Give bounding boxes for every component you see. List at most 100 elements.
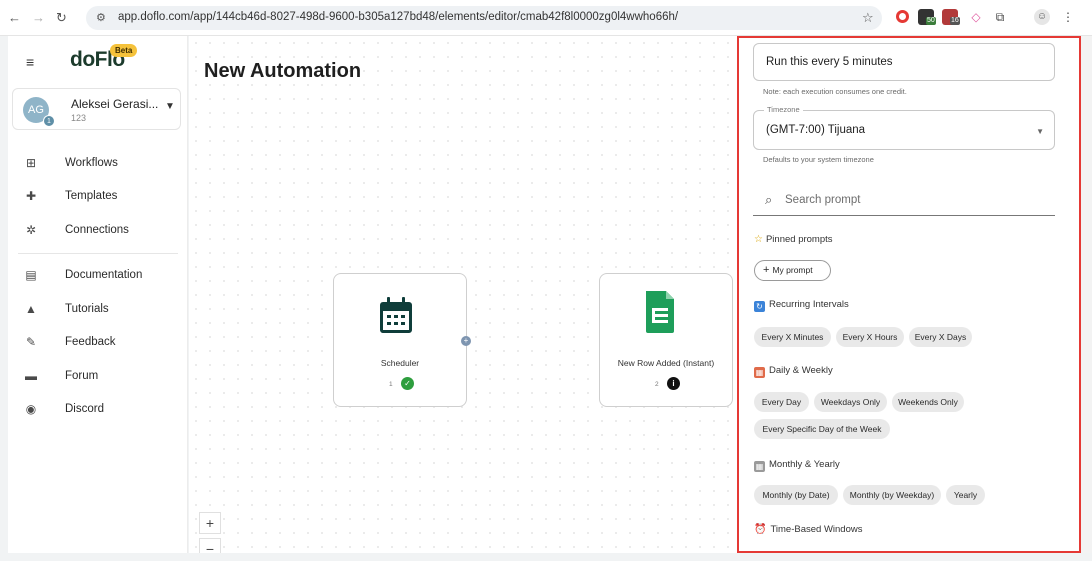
user-switcher[interactable]: AG 1 Aleksei Gerasi... 123 ▼ bbox=[12, 88, 181, 130]
sidebar-item-templates[interactable]: ✚ Templates bbox=[8, 183, 188, 211]
extension-badge: 50 bbox=[926, 17, 936, 25]
extensions-puzzle-icon[interactable]: ⧉ bbox=[992, 9, 1008, 25]
browser-toolbar: ← → ↻ ⚙ app.doflo.com/app/144cb46d-8027-… bbox=[0, 0, 1092, 36]
chip-every-specific-day[interactable]: Every Specific Day of the Week bbox=[754, 419, 890, 439]
back-icon[interactable]: ← bbox=[8, 10, 21, 26]
timezone-helper: Defaults to your system timezone bbox=[763, 155, 874, 164]
info-icon: i bbox=[667, 377, 680, 390]
profile-icon[interactable]: ☺ bbox=[1034, 9, 1050, 25]
zoom-in-button[interactable]: + bbox=[199, 512, 221, 534]
forum-icon: ▬ bbox=[25, 369, 37, 383]
new-row-added-node[interactable]: New Row Added (Instant) 2 i bbox=[599, 273, 733, 407]
graduation-cap-icon: ▲ bbox=[25, 302, 37, 316]
prompt-search: ⌕ bbox=[753, 184, 1055, 216]
user-name: Aleksei Gerasi... bbox=[71, 97, 159, 111]
chip-every-day[interactable]: Every Day bbox=[754, 392, 809, 412]
success-check-icon: ✓ bbox=[401, 377, 414, 390]
panel-scrollbar[interactable] bbox=[1081, 36, 1092, 553]
chip-monthly-by-weekday[interactable]: Monthly (by Weekday) bbox=[843, 485, 941, 505]
sidebar-item-connections[interactable]: ✲ Connections bbox=[8, 217, 188, 245]
diamond-extension-icon[interactable]: ◇ bbox=[968, 9, 984, 25]
calendar-month-icon: ▦ bbox=[754, 461, 765, 472]
address-bar[interactable]: ⚙ app.doflo.com/app/144cb46d-8027-498d-9… bbox=[86, 6, 882, 30]
monthly-yearly-title: ▦ Monthly & Yearly bbox=[754, 459, 840, 472]
book-icon: ▤ bbox=[25, 268, 37, 282]
forward-icon[interactable]: → bbox=[32, 10, 45, 26]
url-text[interactable]: app.doflo.com/app/144cb46d-8027-498d-960… bbox=[118, 11, 678, 23]
extension-icon-1[interactable]: 50 bbox=[918, 9, 936, 25]
chip-weekdays-only[interactable]: Weekdays Only bbox=[814, 392, 887, 412]
node-step-number: 2 bbox=[655, 381, 659, 388]
sidebar-item-feedback[interactable]: ✎ Feedback bbox=[8, 329, 188, 357]
sidebar-item-label: Connections bbox=[65, 224, 129, 236]
sidebar-item-label: Workflows bbox=[65, 157, 118, 169]
daily-weekly-title: ▦ Daily & Weekly bbox=[754, 365, 833, 378]
caret-down-icon: ▼ bbox=[165, 101, 175, 112]
time-based-windows-title: ⏰ Time-Based Windows bbox=[754, 524, 863, 535]
sidebar-item-label: Forum bbox=[65, 370, 99, 382]
node-label: New Row Added (Instant) bbox=[617, 358, 715, 368]
discord-icon: ◉ bbox=[25, 402, 37, 416]
recurring-intervals-title: ↻ Recurring Intervals bbox=[754, 299, 849, 312]
chip-every-x-days[interactable]: Every X Days bbox=[909, 327, 972, 347]
zoom-out-button[interactable]: − bbox=[199, 538, 221, 553]
opera-extension-icon[interactable] bbox=[896, 10, 909, 23]
sidebar: ≡ doFlo Beta AG 1 Aleksei Gerasi... 123 … bbox=[8, 36, 188, 553]
chip-monthly-by-date[interactable]: Monthly (by Date) bbox=[754, 485, 838, 505]
feedback-icon: ✎ bbox=[25, 335, 37, 349]
collapse-menu-icon[interactable]: ≡ bbox=[26, 54, 34, 70]
chip-weekends-only[interactable]: Weekends Only bbox=[892, 392, 964, 412]
chip-every-x-minutes[interactable]: Every X Minutes bbox=[754, 327, 831, 347]
puzzle-icon: ✚ bbox=[25, 189, 37, 203]
add-step-connector-icon[interactable]: + bbox=[461, 336, 471, 346]
workflow-canvas[interactable]: New Automation Scheduler 1 ✓ + New Row A… bbox=[189, 36, 737, 553]
user-workspace: 123 bbox=[71, 113, 87, 123]
search-icon: ⌕ bbox=[765, 192, 773, 207]
star-icon: ☆ bbox=[754, 234, 763, 245]
timezone-value: (GMT-7:00) Tijuana bbox=[766, 124, 866, 136]
sidebar-item-label: Tutorials bbox=[65, 303, 109, 315]
credit-note: Note: each execution consumes one credit… bbox=[763, 87, 907, 96]
schedule-prompt-input[interactable]: Run this every 5 minutes bbox=[753, 43, 1055, 81]
sidebar-item-label: Documentation bbox=[65, 269, 143, 281]
page-title: New Automation bbox=[204, 60, 362, 82]
sidebar-item-workflows[interactable]: ⊞ Workflows bbox=[8, 150, 188, 178]
extension-icon-2[interactable]: 16 bbox=[942, 9, 960, 25]
node-label: Scheduler bbox=[380, 358, 420, 368]
node-step-number: 1 bbox=[389, 381, 393, 388]
site-settings-icon[interactable]: ⚙ bbox=[96, 11, 106, 24]
sidebar-item-discord[interactable]: ◉ Discord bbox=[8, 396, 188, 424]
alarm-clock-icon: ⏰ bbox=[754, 524, 767, 535]
sidebar-item-label: Templates bbox=[65, 190, 118, 202]
workflow-icon: ⊞ bbox=[25, 156, 37, 170]
browser-menu-icon[interactable]: ⋮ bbox=[1060, 9, 1076, 25]
beta-badge: Beta bbox=[110, 44, 138, 57]
bookmark-star-icon[interactable]: ☆ bbox=[862, 10, 874, 26]
connections-icon: ✲ bbox=[25, 223, 37, 237]
extension-badge: 16 bbox=[950, 17, 960, 25]
avatar-badge: 1 bbox=[43, 115, 55, 127]
chip-yearly[interactable]: Yearly bbox=[946, 485, 985, 505]
chip-every-x-hours[interactable]: Every X Hours bbox=[836, 327, 904, 347]
search-input[interactable] bbox=[785, 190, 1025, 210]
sidebar-item-tutorials[interactable]: ▲ Tutorials bbox=[8, 296, 188, 324]
timezone-select[interactable]: Timezone (GMT-7:00) Tijuana ▼ bbox=[753, 105, 1055, 150]
calendar-icon: ▦ bbox=[754, 367, 765, 378]
scheduler-settings-panel: Run this every 5 minutes Note: each exec… bbox=[737, 36, 1081, 553]
reload-icon[interactable]: ↻ bbox=[56, 10, 67, 26]
repeat-icon: ↻ bbox=[754, 301, 765, 312]
chevron-down-icon: ▼ bbox=[1036, 127, 1044, 136]
google-sheets-icon bbox=[646, 291, 674, 333]
timezone-legend: Timezone bbox=[764, 105, 803, 114]
sidebar-divider bbox=[18, 253, 178, 254]
sidebar-item-label: Discord bbox=[65, 403, 104, 415]
add-my-prompt-button[interactable]: + My prompt bbox=[754, 260, 831, 281]
plus-icon: + bbox=[763, 264, 770, 276]
sidebar-item-label: Feedback bbox=[65, 336, 116, 348]
sidebar-item-documentation[interactable]: ▤ Documentation bbox=[8, 262, 188, 290]
scheduler-node[interactable]: Scheduler 1 ✓ bbox=[333, 273, 467, 407]
calendar-icon bbox=[380, 297, 412, 333]
pinned-prompts-title: ☆ Pinned prompts bbox=[754, 234, 833, 245]
sidebar-item-forum[interactable]: ▬ Forum bbox=[8, 363, 188, 391]
schedule-prompt-value[interactable]: Run this every 5 minutes bbox=[766, 56, 893, 68]
